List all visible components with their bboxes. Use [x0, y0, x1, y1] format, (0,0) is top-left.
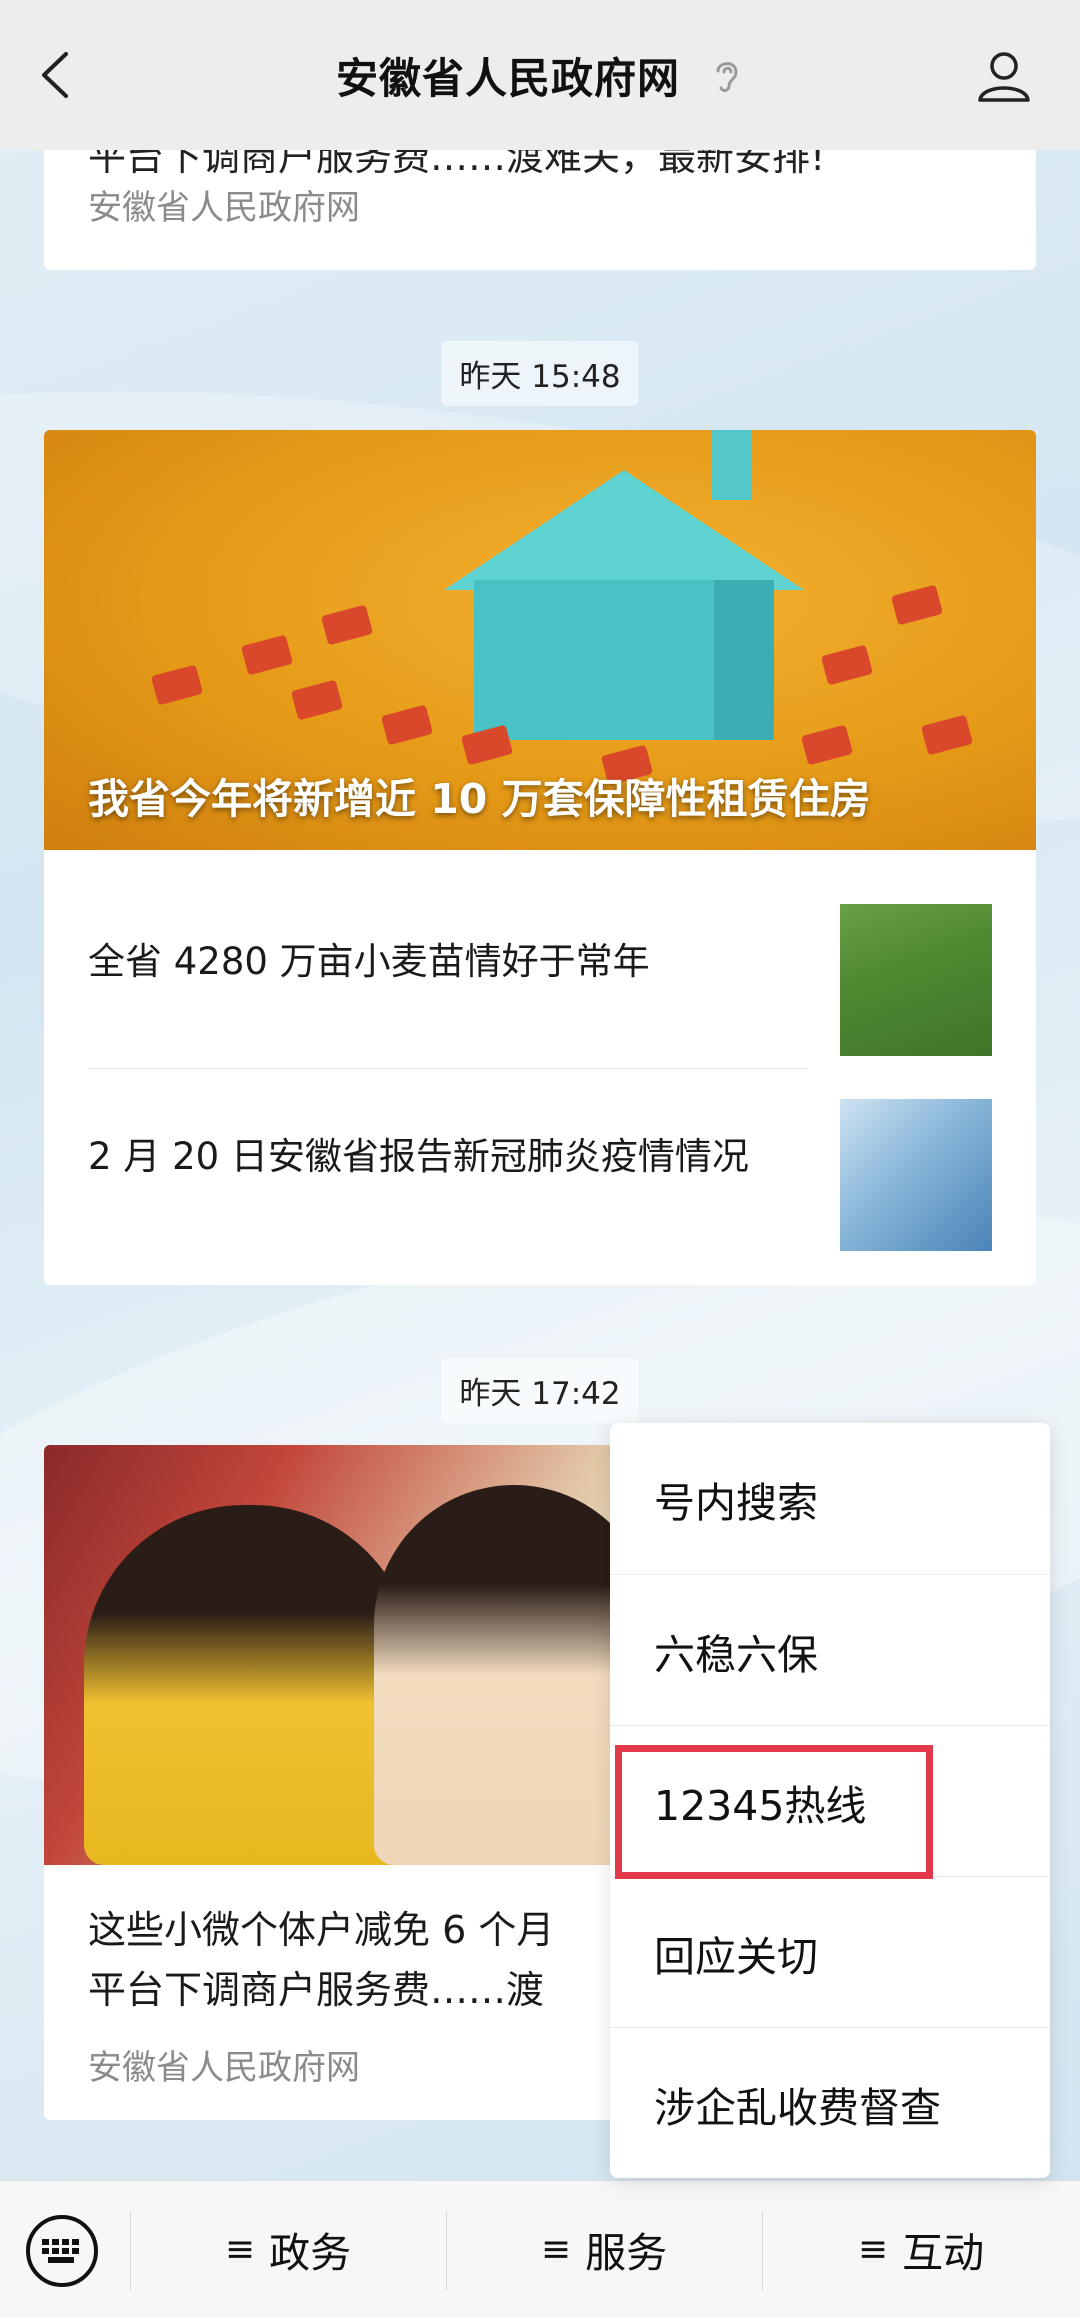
- menu-label: 服务: [585, 2229, 668, 2277]
- menu-lines-icon: ≡: [857, 2228, 889, 2270]
- timestamp: 昨天 17:42: [441, 1358, 639, 1423]
- menu-item-liuwen-liubao[interactable]: 六稳六保: [610, 1575, 1050, 1726]
- coin-decoration: [380, 704, 434, 746]
- coin-decoration: [240, 634, 294, 676]
- coin-decoration: [460, 724, 514, 766]
- page-title: 安徽省人民政府网: [335, 53, 680, 103]
- photo-person: [84, 1505, 414, 1865]
- article-title-line: 平台下调商户服务费……渡: [88, 1968, 545, 2012]
- menu-label: 互动: [902, 2229, 985, 2277]
- coin-decoration: [320, 604, 374, 646]
- hero-article[interactable]: 我省今年将新增近 10 万套保障性租赁住房: [44, 430, 1036, 850]
- menu-fuwu[interactable]: ≡ 服务: [446, 2181, 762, 2317]
- thumbnail-image: [840, 904, 992, 1056]
- article-group-card: 我省今年将新增近 10 万套保障性租赁住房 全省 4280 万亩小麦苗情好于常年…: [44, 430, 1036, 1285]
- bottom-menu-bar: ≡ 政务 ≡ 服务 ≡ 互动: [0, 2180, 1080, 2317]
- coin-decoration: [890, 584, 944, 626]
- list-item[interactable]: 2 月 20 日安徽省报告新冠肺炎疫情情况: [88, 1055, 992, 1251]
- thumbnail-image: [840, 1099, 992, 1251]
- ear-icon[interactable]: [710, 55, 744, 95]
- menu-lines-icon: ≡: [224, 2228, 256, 2270]
- coin-decoration: [800, 724, 854, 766]
- article-title-line: 这些小微个体户减免 6 个月: [88, 1908, 555, 1952]
- menu-item-label: 回应关切: [654, 1932, 818, 1981]
- keyboard-icon[interactable]: [26, 2215, 98, 2287]
- timestamp: 昨天 15:48: [441, 341, 639, 406]
- article-source: 安徽省人民政府网: [88, 188, 360, 228]
- menu-item-label: 六稳六保: [654, 1630, 818, 1679]
- chevron-left-icon[interactable]: [36, 50, 76, 100]
- coin-decoration: [820, 644, 874, 686]
- menu-item-label: 号内搜索: [654, 1478, 818, 1527]
- list-item-title: 全省 4280 万亩小麦苗情好于常年: [88, 939, 650, 983]
- menu-lines-icon: ≡: [540, 2228, 572, 2270]
- coin-decoration: [150, 664, 204, 706]
- menu-zhengwu[interactable]: ≡ 政务: [130, 2181, 446, 2317]
- highlight-box: [615, 1745, 933, 1879]
- house-roof: [444, 470, 804, 590]
- hero-caption: 我省今年将新增近 10 万套保障性租赁住房: [88, 775, 871, 823]
- menu-hudong[interactable]: ≡ 互动: [762, 2181, 1080, 2317]
- coin-decoration: [920, 714, 974, 756]
- top-nav-bar: 安徽省人民政府网: [0, 0, 1080, 150]
- menu-item-fee-supervision[interactable]: 涉企乱收费督查: [610, 2028, 1050, 2179]
- list-item-title: 2 月 20 日安徽省报告新冠肺炎疫情情况: [88, 1134, 749, 1178]
- coin-decoration: [290, 679, 344, 721]
- menu-item-label: 涉企乱收费督查: [654, 2083, 941, 2132]
- person-icon[interactable]: [976, 48, 1032, 104]
- article-title: 这些小微个体户减免 6 个月 平台下调商户服务费……渡: [88, 1900, 648, 2020]
- article-source: 安徽省人民政府网: [88, 2048, 360, 2088]
- list-item[interactable]: 全省 4280 万亩小麦苗情好于常年: [88, 860, 992, 1056]
- house-body: [474, 580, 774, 740]
- menu-item-search[interactable]: 号内搜索: [610, 1423, 1050, 1574]
- keyboard-keys: [42, 2239, 79, 2263]
- menu-label: 政务: [269, 2229, 352, 2277]
- menu-item-response[interactable]: 回应关切: [610, 1877, 1050, 2028]
